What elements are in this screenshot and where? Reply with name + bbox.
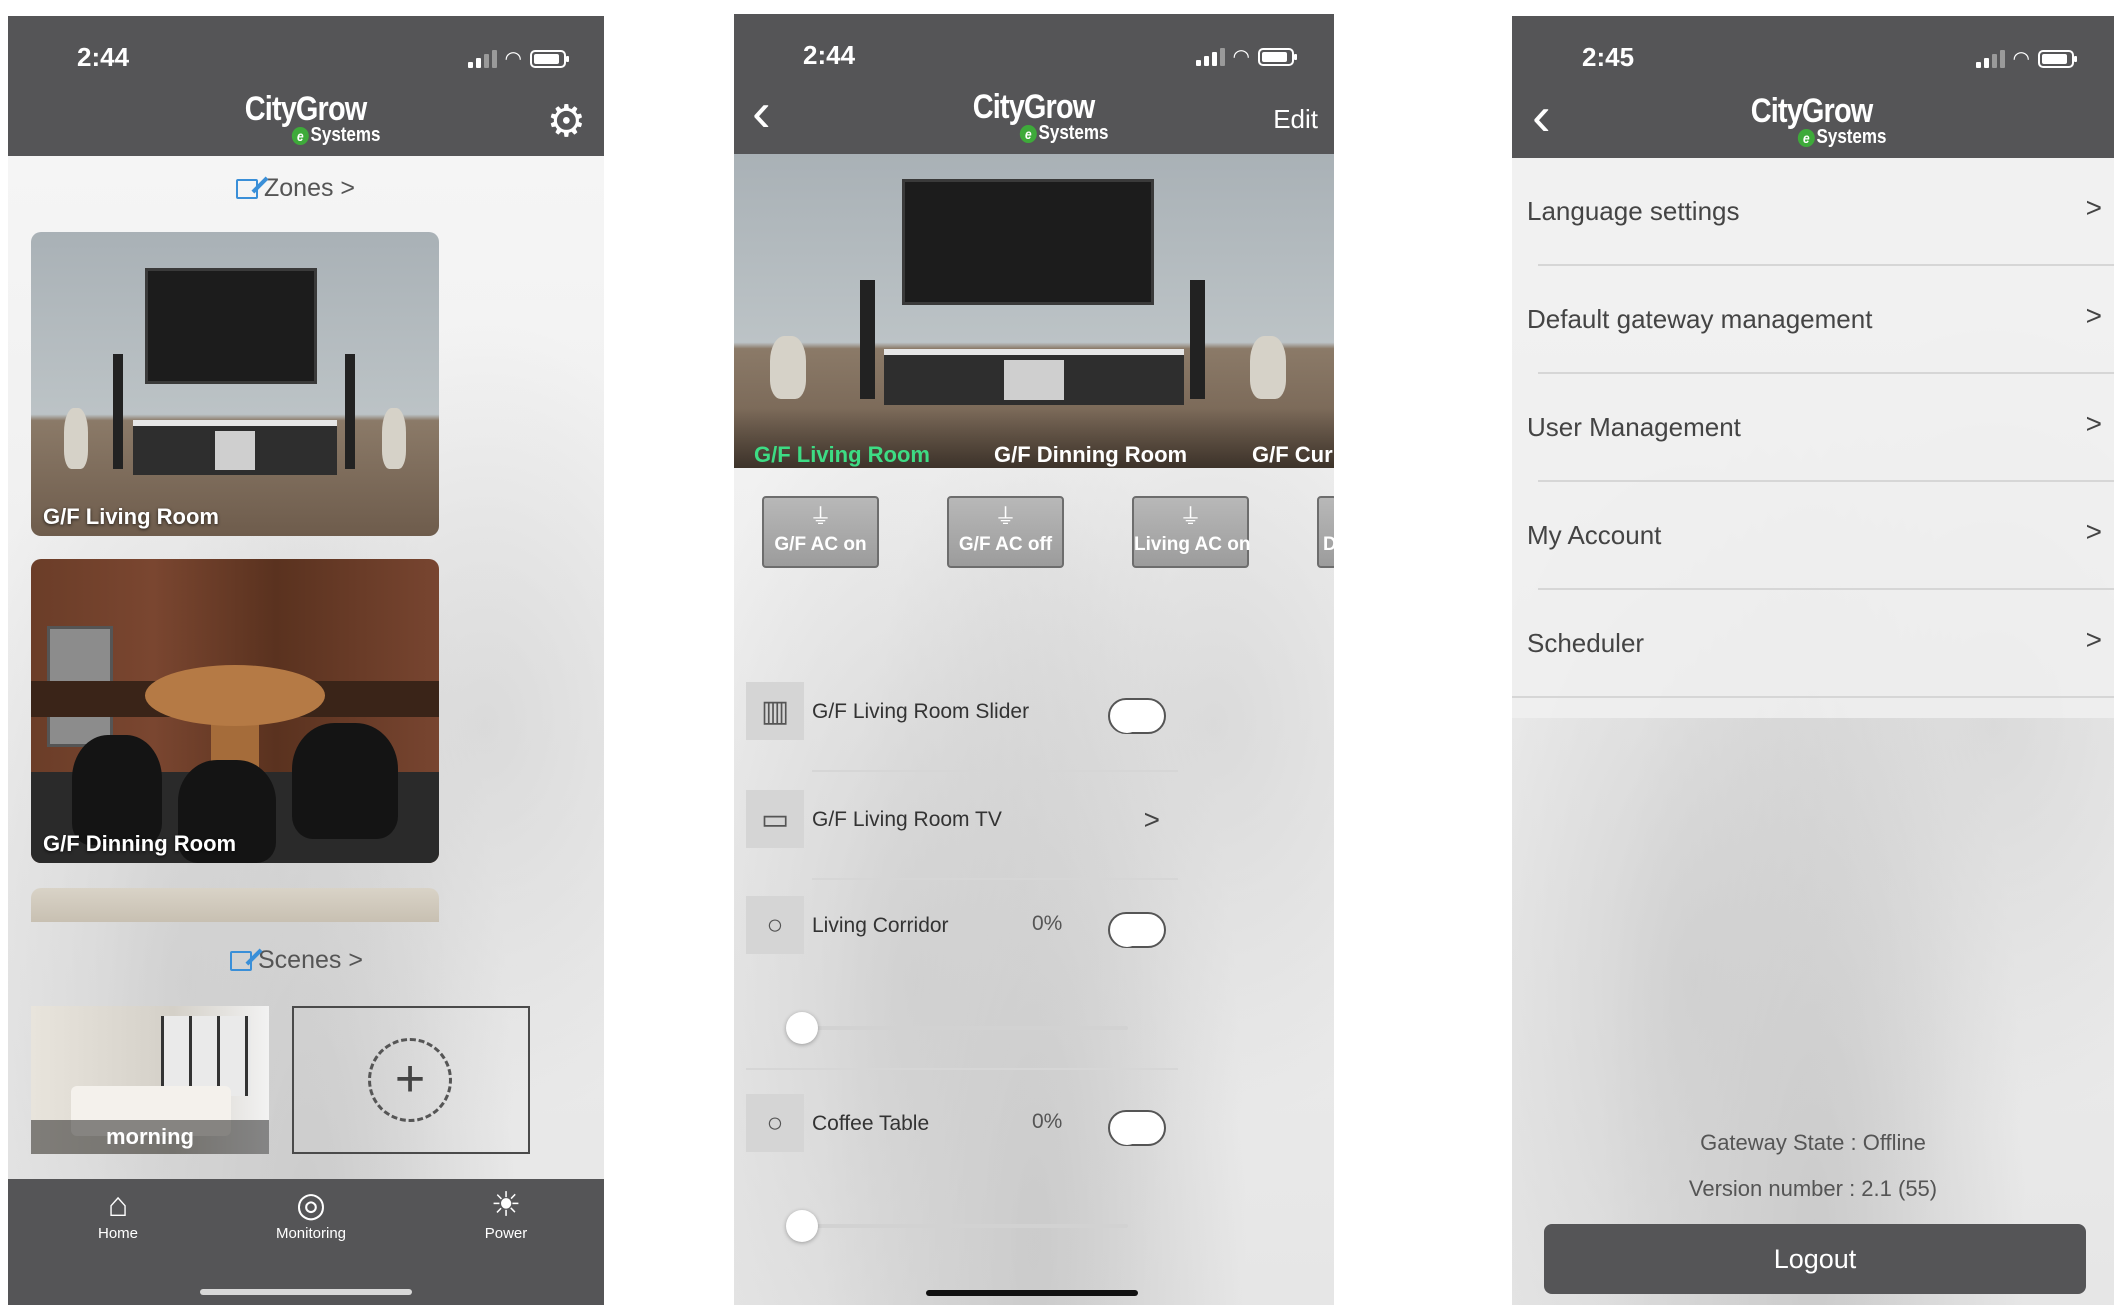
settings-screen: 2:45 ◠ ‹ CityGrow e Systems Language sett… xyxy=(1512,16,2114,1305)
settings-row-user-management[interactable]: User Management > xyxy=(1512,374,2114,482)
scene-button-ac-off[interactable]: ⏚ G/F AC off xyxy=(947,496,1064,568)
scene-button-living-ac-on[interactable]: ⏚ Living AC on xyxy=(1132,496,1250,568)
version-number: Version number : 2.1 (55) xyxy=(1688,1176,1938,1201)
back-icon[interactable]: ‹ xyxy=(1532,88,1551,144)
zone-card-dinning-room[interactable]: G/F Dinning Room xyxy=(31,559,439,863)
home-indicator xyxy=(200,1289,412,1295)
dimmer-track[interactable] xyxy=(798,1224,1128,1228)
status-time: 2:45 xyxy=(1582,42,1635,72)
settings-row-gateway[interactable]: Default gateway management > xyxy=(1512,266,2114,374)
chevron-right-icon[interactable]: > xyxy=(1144,804,1160,836)
signal-icon xyxy=(467,49,497,68)
dimmer-knob[interactable] xyxy=(786,1210,818,1242)
living-room-image xyxy=(31,232,439,536)
scenes-title[interactable]: Scenes > xyxy=(230,946,363,975)
power-icon: ☀ xyxy=(490,1186,522,1224)
settings-row-scheduler[interactable]: Scheduler > xyxy=(1512,590,2114,698)
scene-card-morning[interactable]: morning xyxy=(31,1006,269,1154)
scene-card-label: morning xyxy=(106,1124,194,1149)
dimmer-level: 0% xyxy=(1032,912,1063,935)
settings-row-my-account[interactable]: My Account > xyxy=(1512,482,2114,590)
logo-mark: e xyxy=(291,126,309,145)
dimmer-track[interactable] xyxy=(798,1026,1128,1030)
dinning-room-image xyxy=(31,559,439,863)
edit-icon xyxy=(236,178,258,199)
gateway-state: Gateway State : Offline xyxy=(1700,1130,1926,1155)
chevron-right-icon: > xyxy=(2085,192,2102,223)
app-header: 2:45 ◠ ‹ CityGrow e Systems xyxy=(1512,16,2114,158)
curtain-icon: ▥ xyxy=(746,682,804,740)
home-screen: 2:44 ◠ CityGrow e Systems ⚙ Zones > G/F L… xyxy=(8,16,604,1305)
zone-detail-screen: 2:44 ◠ ‹ CityGrow e Systems Edit G/F Livi… xyxy=(734,14,1334,1305)
signal-icon xyxy=(1975,49,2005,68)
tab-home[interactable]: ⌂ Home xyxy=(68,1185,168,1242)
zone-card-label: G/F Living Room xyxy=(43,504,219,529)
tv-icon: ▭ xyxy=(746,790,804,848)
brand-logo: CityGrow e Systems xyxy=(245,90,381,146)
add-icon: + xyxy=(368,1038,452,1122)
home-indicator xyxy=(926,1290,1138,1296)
app-header: 2:44 ◠ CityGrow e Systems ⚙ xyxy=(8,16,604,156)
settings-list: Language settings > Default gateway mana… xyxy=(1512,158,2114,718)
monitoring-icon: ◎ xyxy=(296,1186,326,1224)
edit-icon xyxy=(230,950,252,971)
slider-toggle[interactable] xyxy=(1108,698,1166,734)
scene-button-partial[interactable]: D xyxy=(1317,496,1334,568)
chevron-right-icon: > xyxy=(2085,624,2102,655)
add-scene-button[interactable]: + xyxy=(292,1006,530,1154)
chevron-right-icon: > xyxy=(2085,516,2102,547)
battery-icon xyxy=(530,49,569,68)
dimmer-level: 0% xyxy=(1032,1110,1063,1133)
light-toggle[interactable] xyxy=(1108,1110,1166,1146)
device-name: G/F Living Room TV xyxy=(812,808,1002,831)
status-time: 2:44 xyxy=(77,42,130,72)
bottom-tab-bar: ⌂ Home ◎ Monitoring ☀ Power xyxy=(8,1179,604,1305)
bulb-icon: ○ xyxy=(746,1094,804,1152)
zones-title[interactable]: Zones > xyxy=(236,174,355,203)
tab-monitoring[interactable]: ◎ Monitoring xyxy=(256,1185,366,1242)
zone-card-partial[interactable] xyxy=(31,888,439,922)
battery-icon xyxy=(2038,49,2077,68)
logo-mark: e xyxy=(1797,128,1815,147)
lamp-icon: ⏚ xyxy=(994,504,1017,529)
row-divider xyxy=(1512,696,2114,698)
wifi-icon: ◠ xyxy=(2012,48,2030,70)
tab-power[interactable]: ☀ Power xyxy=(456,1185,556,1242)
logout-button[interactable]: Logout xyxy=(1544,1224,2086,1294)
status-icons: ◠ xyxy=(467,46,569,71)
lamp-icon: ⏚ xyxy=(1179,504,1202,529)
chevron-right-icon: > xyxy=(2085,300,2102,331)
zone-card-label: G/F Dinning Room xyxy=(43,831,237,856)
light-toggle[interactable] xyxy=(1108,912,1166,948)
wifi-icon: ◠ xyxy=(504,48,522,70)
device-row-tv[interactable]: ▭ G/F Living Room TV > xyxy=(746,774,1178,880)
device-row-living-corridor[interactable]: ○ Living Corridor 0% xyxy=(746,880,1178,1070)
device-name: Coffee Table xyxy=(812,1112,930,1135)
settings-gear-icon[interactable]: ⚙ xyxy=(547,96,586,147)
dimmer-knob[interactable] xyxy=(786,1012,818,1044)
bulb-icon: ○ xyxy=(746,896,804,954)
device-name: G/F Living Room Slider xyxy=(812,700,1030,723)
device-row-coffee-table[interactable]: ○ Coffee Table 0% xyxy=(746,1078,1178,1268)
scene-button-ac-on[interactable]: ⏚ G/F AC on xyxy=(762,496,879,568)
scene-button-row: ⏚ G/F AC on ⏚ G/F AC off ⏚ Living AC on … xyxy=(734,14,1334,614)
status-icons: ◠ xyxy=(1975,46,2077,71)
device-name: Living Corridor xyxy=(812,914,949,937)
home-icon: ⌂ xyxy=(107,1186,129,1224)
lamp-icon: ⏚ xyxy=(809,504,832,529)
brand-logo: CityGrow e Systems xyxy=(1751,92,1887,148)
device-row-slider[interactable]: ▥ G/F Living Room Slider xyxy=(746,666,1178,772)
chevron-right-icon: > xyxy=(2085,408,2102,439)
zone-card-living-room[interactable]: G/F Living Room xyxy=(31,232,439,536)
settings-row-language[interactable]: Language settings > xyxy=(1512,158,2114,266)
